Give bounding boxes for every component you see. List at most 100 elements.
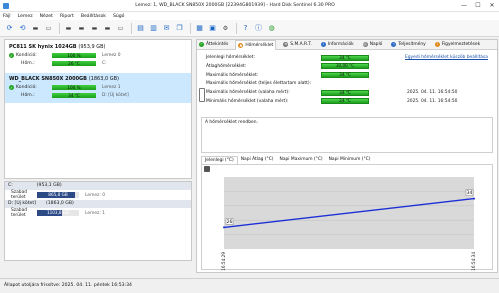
temp-row: Minimális hőmérséklet (valaha mért): 24 …	[201, 98, 497, 105]
data-label: 26	[227, 219, 233, 225]
temp-value-bar: 30,00 °C	[321, 63, 369, 70]
disk-size: (953,9 GB)	[78, 44, 106, 50]
info-icon: i	[320, 42, 326, 47]
report-icon[interactable]: ▤	[135, 23, 146, 34]
data-point	[223, 226, 225, 229]
tab-temperature[interactable]: ▲ Hőmérséklet	[235, 39, 277, 50]
temp-label: Átlaghőmérséklet:	[206, 63, 247, 69]
web-icon[interactable]: ◍	[266, 23, 277, 34]
free-space-value: 1103,8 GB	[46, 210, 70, 215]
short-test-icon[interactable]: ▬	[89, 23, 100, 34]
thermometer-icon	[199, 88, 205, 102]
data-point	[473, 197, 475, 200]
temp-value-bar: 34 °C	[321, 72, 369, 79]
partition-header[interactable]: C: (953,1 GB)	[5, 182, 191, 190]
temp-date: 2025. 04. 11. 16:54:50	[407, 90, 458, 96]
info-icon[interactable]: ⓘ	[253, 23, 264, 34]
temp-date: 2025. 04. 11. 16:54:50	[407, 98, 458, 104]
menu-view[interactable]: Nézet	[40, 14, 53, 19]
toolbar-separator	[131, 22, 132, 34]
email-icon[interactable]: ✉	[161, 23, 172, 34]
chart-tab-current[interactable]: Jelenlegi (°C)	[201, 156, 238, 164]
temp-label: Maximális hőmérséklet (valaha mért):	[206, 90, 290, 96]
disk-stats-icon[interactable]: ▭	[115, 23, 126, 34]
tab-label: S.M.A.R.T.	[290, 42, 312, 47]
tab-performance[interactable]: ⌁ Teljesítmény	[389, 40, 427, 50]
print-icon[interactable]: ▥	[148, 23, 159, 34]
menu-help[interactable]: Súgó	[113, 14, 125, 19]
copy-icon[interactable]: ❐	[174, 23, 185, 34]
check-icon: ✓	[199, 42, 204, 47]
menu-settings[interactable]: Beállítások	[81, 14, 106, 19]
refresh-icon[interactable]: ⟳	[4, 23, 15, 34]
tab-label: Áttekintés	[206, 42, 229, 47]
disk-name: PC811 SK hynix 1024GB	[9, 44, 77, 50]
drive-icon[interactable]: ▬	[30, 23, 41, 34]
disk-index: Lemez 0	[102, 52, 121, 58]
health-label: Kondíció:	[16, 52, 37, 58]
ok-check-icon: ✓	[9, 84, 14, 90]
tab-label: Figyelmeztetések	[441, 42, 481, 47]
chart-tab-daily-average[interactable]: Napi Átlag (°C)	[238, 156, 277, 164]
temp-row: Jelenlegi hőmérséklet: 34 °C Egyedi hőmé…	[201, 54, 497, 61]
drive-info-icon[interactable]: ▭	[43, 23, 54, 34]
status-bar: Állapot utoljára frissítve: 2025. 04. 11…	[0, 278, 499, 293]
disk-item[interactable]: WD_BLACK SN850X 2000GB (1863,0 GB) ✓ Kon…	[5, 73, 191, 103]
options-icon[interactable]: ▣	[207, 23, 218, 34]
tab-label: Hőmérséklet	[245, 42, 274, 48]
save-icon[interactable]: ▦	[194, 23, 205, 34]
smart-icon: ≡	[283, 42, 289, 47]
chart-tab-daily-maximum[interactable]: Napi Maximum (°C)	[277, 156, 326, 164]
partition-drive: D: [Új kötet]	[8, 201, 36, 206]
extended-test-icon[interactable]: ▬	[102, 23, 113, 34]
tab-log[interactable]: ▤ Napló	[361, 40, 385, 50]
x-tick-label: 16:54:29	[221, 252, 226, 271]
close-button[interactable]: ✕	[485, 0, 499, 12]
toolbar-separator	[190, 22, 191, 34]
health-bar: 100 %	[52, 52, 96, 58]
save-chart-icon[interactable]	[204, 166, 210, 172]
partition-row: Szabad terület 865,8 GB Lemez: 0	[5, 190, 191, 200]
title-bar: Lemez: 1, WD_BLACK SN850X 2000GB [22394G…	[0, 0, 499, 12]
temp-label: Hőm.:	[21, 60, 35, 66]
disk-list: PC811 SK hynix 1024GB (953,9 GB) ✓ Kondí…	[4, 39, 192, 179]
tab-overview[interactable]: ✓ Áttekintés	[197, 40, 230, 50]
drive-letter: C:	[102, 60, 107, 66]
menu-report[interactable]: Riport	[60, 14, 74, 19]
menu-disk[interactable]: Lemez	[18, 14, 33, 19]
x-tick-label: 16:54:34	[471, 252, 476, 271]
minimize-button[interactable]: —	[457, 0, 471, 12]
partition-list: C: (953,1 GB) Szabad terület 865,8 GB Le…	[4, 181, 192, 261]
disk-item[interactable]: PC811 SK hynix 1024GB (953,9 GB) ✓ Kondí…	[5, 41, 191, 71]
temp-value-bar: 24 °C	[321, 98, 369, 105]
partition-header[interactable]: D: [Új kötet] (1863,0 GB)	[5, 200, 191, 208]
surface-test-icon[interactable]: ▬	[76, 23, 87, 34]
data-label: 34	[467, 190, 473, 196]
temperature-status: A hőmérséklet rendben.	[201, 117, 493, 153]
menu-file[interactable]: Fájl	[3, 14, 11, 19]
toolbar-separator	[236, 22, 237, 34]
temp-row: Hőm.: 34 °C D: [Új kötet]	[9, 92, 187, 98]
free-space-bar: 865,8 GB	[37, 192, 79, 198]
refresh-all-icon[interactable]: ⟲	[17, 23, 28, 34]
partition-size: (1863,0 GB)	[45, 201, 74, 206]
tab-bar: ✓ Áttekintés ▲ Hőmérséklet ≡ S.M.A.R.T. i In…	[197, 39, 497, 50]
maximize-button[interactable]: ☐	[471, 0, 485, 12]
tab-smart[interactable]: ≡ S.M.A.R.T.	[281, 40, 314, 50]
tab-alerts[interactable]: ! Figyelmeztetések	[433, 40, 482, 50]
chart-tab-daily-minimum[interactable]: Napi Minimum (°C)	[326, 156, 374, 164]
disk-test-icon[interactable]: ▬	[63, 23, 74, 34]
temp-value-bar: 34 °C	[321, 54, 369, 61]
disk-name: WD_BLACK SN850X 2000GB	[9, 76, 87, 82]
temp-row: Átlaghőmérséklet: 30,00 °C	[201, 63, 497, 70]
partition-drive: C:	[8, 183, 13, 188]
custom-threshold-link[interactable]: Egyedi hőmérséklet küszöb beállítása	[405, 55, 488, 60]
free-label: Szabad terület	[11, 190, 28, 200]
disk-size: (1863,0 GB)	[88, 76, 120, 82]
disk-index: Lemez 1	[102, 84, 121, 90]
settings-icon[interactable]: ⚙	[220, 23, 231, 34]
tab-information[interactable]: i Információk	[319, 40, 356, 50]
help-icon[interactable]: ?	[240, 23, 251, 34]
temp-label: Maximális hőmérséklet:	[206, 72, 259, 78]
temp-row: Maximális hőmérséklet (valaha mért): 34 …	[201, 89, 497, 96]
